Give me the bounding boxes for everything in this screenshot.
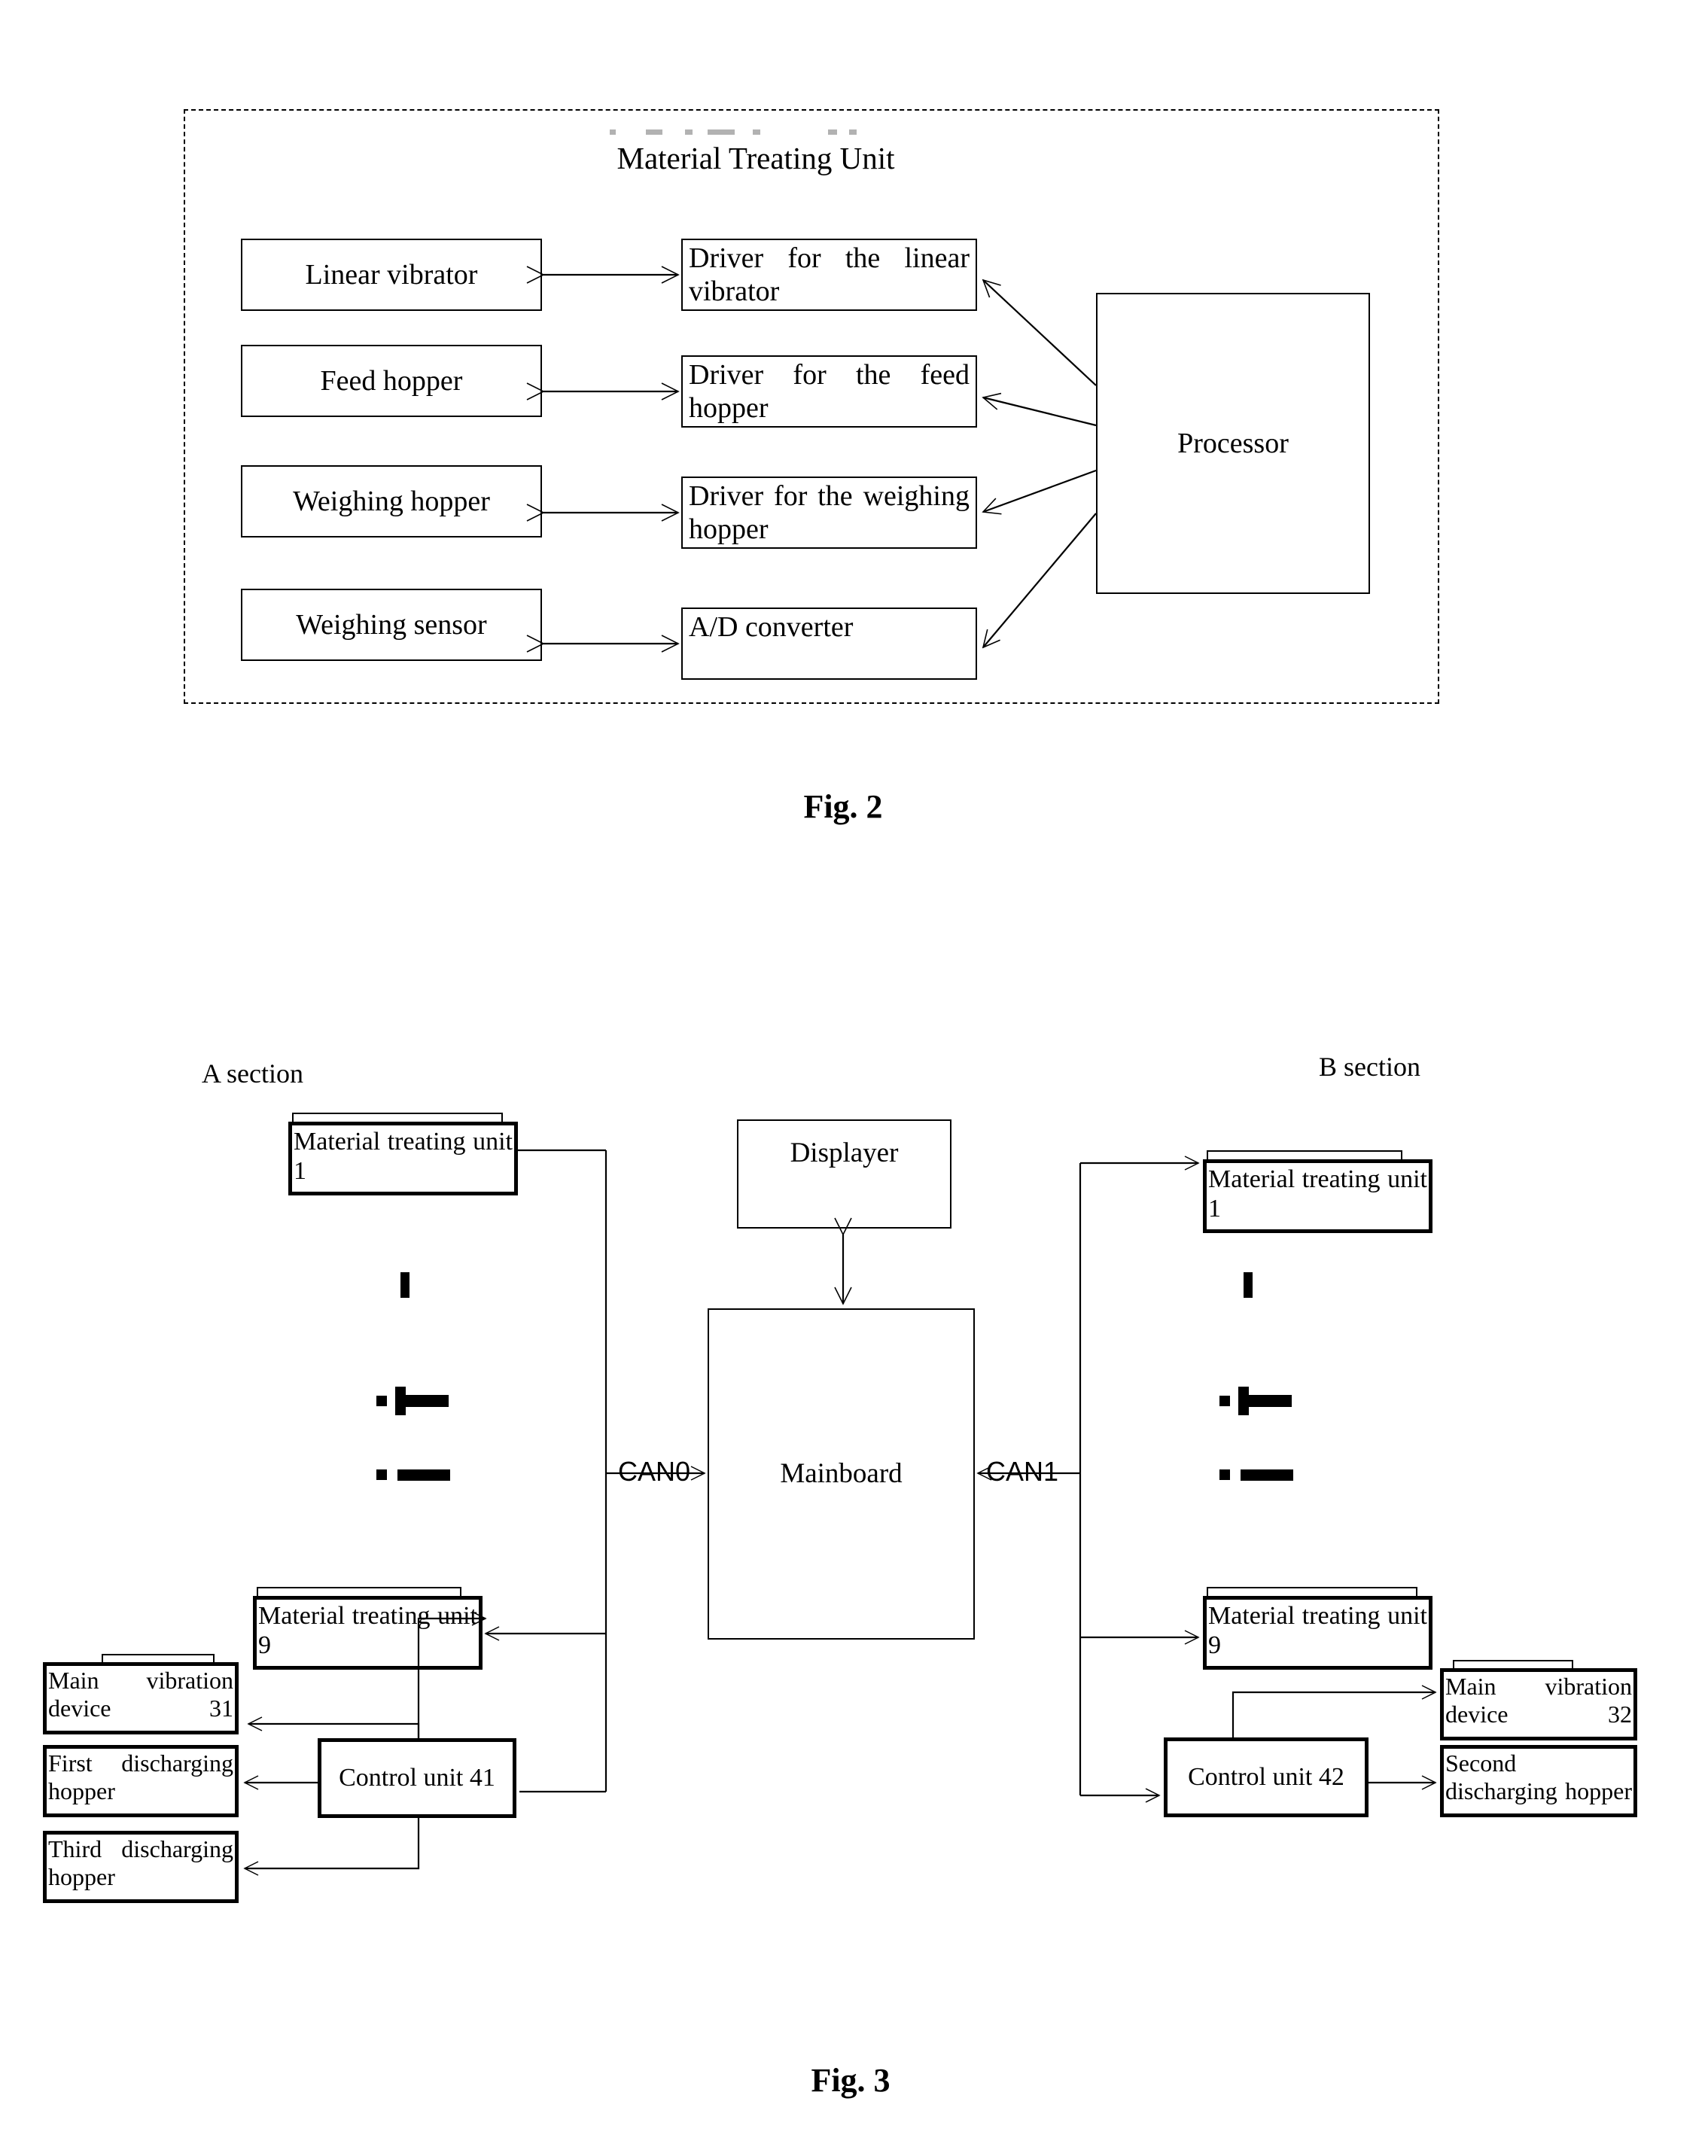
section-b-label: B section [1319,1052,1420,1082]
control-unit-42-label: Control unit 42 [1188,1763,1344,1792]
feed-hopper-label: Feed hopper [320,364,463,397]
figure-2-caption: Fig. 2 [803,788,883,825]
section-a-material-treating-unit-1-label: Material treating unit 1 [294,1128,513,1186]
control-unit-41-box: Control unit 41 [318,1738,516,1818]
can1-label: CAN1 [986,1456,1059,1487]
main-vibration-device-32-label: Main vibration device 32 [1445,1673,1632,1728]
ad-converter-label: A/D converter [689,611,854,643]
section-b-material-treating-unit-9-label: Material treating unit 9 [1208,1602,1427,1660]
weighing-sensor-label: Weighing sensor [296,608,487,641]
scan-artifact-dashes [610,129,911,135]
first-discharging-hopper-label: First discharging hopper [48,1749,233,1805]
main-vibration-device-31-label: Main vibration device 31 [48,1667,233,1722]
control-unit-41-label: Control unit 41 [339,1764,495,1792]
second-discharging-hopper-label: Second discharging hopper [1445,1749,1632,1805]
patent-figure-sheet: Material Treating Unit Linear vibrator F… [0,0,1708,2156]
weighing-hopper-label: Weighing hopper [293,485,490,517]
can0-label: CAN0 [618,1456,691,1487]
section-a-vertical-ellipsis [376,1272,474,1481]
driver-feed-hopper-box: Driver for the feed hopper [681,355,977,428]
figure-3-caption: Fig. 3 [811,2062,891,2099]
section-a-material-treating-unit-9-label: Material treating unit 9 [258,1602,477,1660]
main-vibration-device-31-box: Main vibration device 31 [43,1662,239,1734]
linear-vibrator-label: Linear vibrator [305,258,478,291]
processor-box: Processor [1096,293,1370,594]
driver-linear-vibrator-box: Driver for the linear vibrator [681,239,977,311]
weighing-hopper-box: Weighing hopper [241,465,542,537]
control-unit-42-box: Control unit 42 [1164,1737,1369,1817]
main-vibration-device-32-box: Main vibration device 32 [1440,1668,1637,1740]
section-a-label: A section [202,1058,303,1089]
driver-linear-vibrator-label: Driver for the linear vibrator [689,242,970,308]
displayer-label: Displayer [790,1137,899,1168]
section-b-vertical-ellipsis [1219,1272,1317,1481]
weighing-sensor-box: Weighing sensor [241,589,542,661]
ad-converter-box: A/D converter [681,608,977,680]
section-a-material-treating-unit-1-box: Material treating unit 1 [288,1122,518,1195]
first-discharging-hopper-box: First discharging hopper [43,1745,239,1817]
third-discharging-hopper-label: Third discharging hopper [48,1835,233,1891]
mainboard-box: Mainboard [708,1308,975,1640]
section-b-material-treating-unit-9-box: Material treating unit 9 [1203,1596,1432,1670]
processor-label: Processor [1177,427,1289,459]
driver-weighing-hopper-box: Driver for the weighing hopper [681,477,977,549]
driver-feed-hopper-label: Driver for the feed hopper [689,359,970,425]
section-b-material-treating-unit-1-label: Material treating unit 1 [1208,1165,1427,1223]
driver-weighing-hopper-label: Driver for the weighing hopper [689,480,970,546]
second-discharging-hopper-box: Second discharging hopper [1440,1745,1637,1817]
displayer-box: Displayer [737,1119,951,1229]
section-b-material-treating-unit-1-box: Material treating unit 1 [1203,1159,1432,1233]
linear-vibrator-box: Linear vibrator [241,239,542,311]
third-discharging-hopper-box: Third discharging hopper [43,1831,239,1903]
material-treating-unit-title: Material Treating Unit [617,141,895,175]
section-a-material-treating-unit-9-box: Material treating unit 9 [253,1596,483,1670]
feed-hopper-box: Feed hopper [241,345,542,417]
mainboard-label: Mainboard [780,1457,903,1489]
